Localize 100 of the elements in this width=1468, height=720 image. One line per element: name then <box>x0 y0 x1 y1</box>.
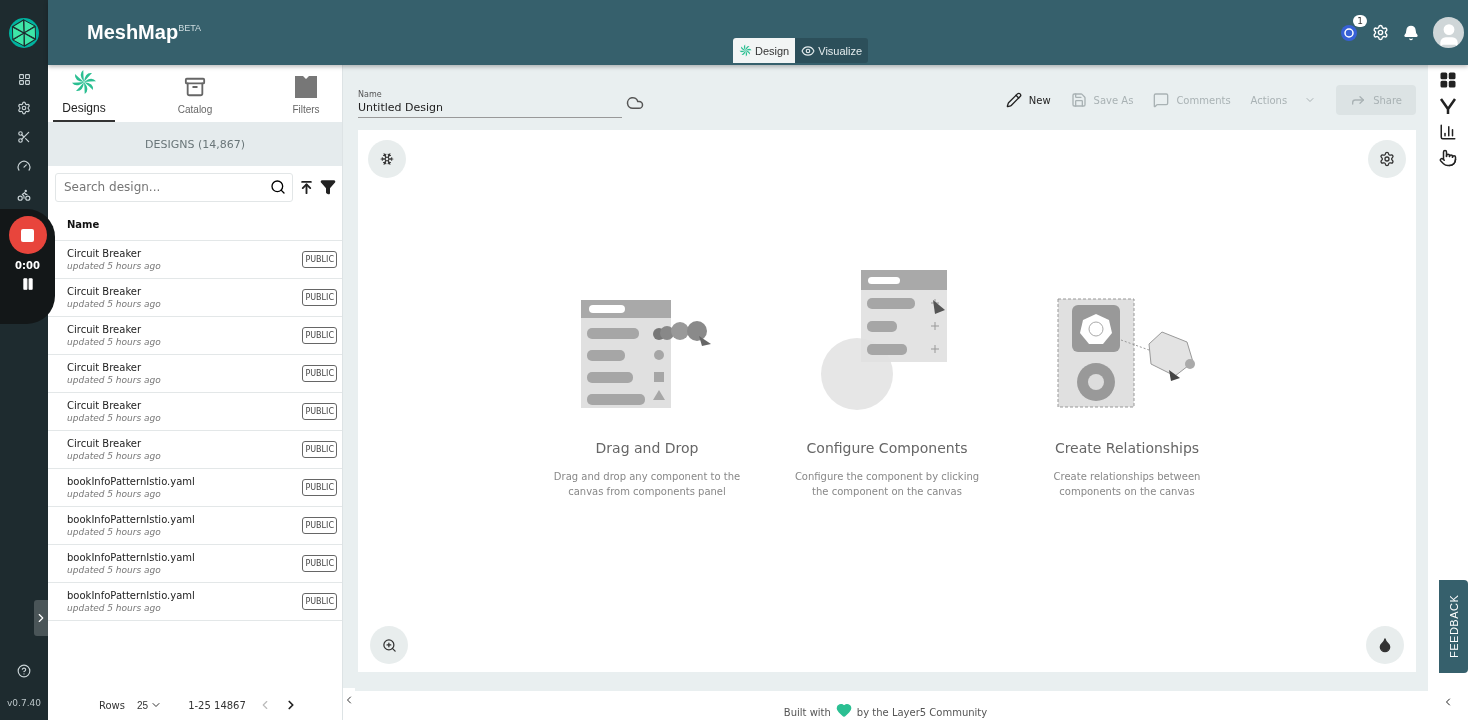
visibility-tag: PUBLIC <box>302 479 337 496</box>
gauge-icon <box>17 159 31 173</box>
footer-text: Built with <box>783 707 831 718</box>
swirl-icon <box>71 69 97 95</box>
panel-tab[interactable]: Catalog <box>164 65 226 122</box>
gear-icon <box>17 101 31 115</box>
pause-button[interactable] <box>20 277 35 291</box>
expand-button[interactable] <box>34 600 48 636</box>
updated-time: updated 5 hours ago <box>67 337 162 347</box>
zoom-button[interactable] <box>370 626 408 664</box>
bell-icon <box>1403 24 1419 41</box>
scissors-icon <box>17 130 31 144</box>
droplet-icon <box>1377 637 1393 653</box>
eye-icon <box>801 43 816 58</box>
design-name-field[interactable]: Untitled Design <box>358 99 622 114</box>
updated-time: updated 5 hours ago <box>67 527 162 537</box>
grid-button[interactable] <box>1439 71 1457 89</box>
filter-button[interactable] <box>320 179 336 195</box>
updated-time: updated 5 hours ago <box>67 489 162 499</box>
design-name: bookInfoPatternIstio.yaml <box>67 476 196 487</box>
updated-time: updated 5 hours ago <box>67 451 162 461</box>
comment-icon <box>1153 92 1170 108</box>
updated-time: updated 5 hours ago <box>67 261 162 271</box>
rows-label: Rows <box>99 699 125 711</box>
card-description: Drag and drop any component to the canvas from components panel <box>552 470 742 499</box>
version-label: v0.7.40 <box>7 698 41 708</box>
design-name: Circuit Breaker <box>67 324 143 335</box>
field-label: Name <box>358 90 383 99</box>
mode-tab[interactable]: Design <box>733 38 796 63</box>
layout-button[interactable] <box>368 140 406 178</box>
search-icon <box>270 179 286 195</box>
visibility-tag: PUBLIC <box>302 251 337 268</box>
updated-time: updated 5 hours ago <box>67 565 162 575</box>
card-description: Configure the component by clicking the component on the canvas <box>793 470 981 499</box>
upload-button[interactable] <box>299 179 314 195</box>
search-box[interactable]: Search design... <box>55 172 293 202</box>
filter-icon <box>320 179 336 195</box>
logo-icon <box>8 16 40 49</box>
snowflake-icon <box>380 152 394 166</box>
visibility-tag: PUBLIC <box>302 365 337 382</box>
updated-time: updated 5 hours ago <box>67 375 162 385</box>
fill-button[interactable] <box>1366 626 1404 664</box>
card-title: Configure Components <box>806 440 968 456</box>
visibility-tag: PUBLIC <box>302 403 337 420</box>
card-title: Create Relationships <box>1054 440 1200 456</box>
settings-button[interactable] <box>1368 140 1406 178</box>
app-title: MeshMap$^{BETA}$ <box>87 21 201 44</box>
stop-recording-button[interactable] <box>8 216 47 254</box>
visibility-tag: PUBLIC <box>302 327 337 344</box>
design-name: Circuit Breaker <box>67 438 143 449</box>
y-shape-icon <box>1439 97 1457 115</box>
visibility-tag: PUBLIC <box>302 289 337 306</box>
designs-heading: DESIGNS (14,867) <box>48 122 342 166</box>
pointer-button[interactable] <box>1439 149 1457 167</box>
design-name: bookInfoPatternIstio.yaml <box>67 590 196 601</box>
updated-time: updated 5 hours ago <box>67 603 162 613</box>
pencil-icon <box>1005 92 1022 108</box>
bike-icon <box>17 188 31 202</box>
notification-count: 1 <box>1353 14 1367 27</box>
card-description: Create relationships between components on the canvas <box>1052 470 1202 499</box>
page-range: 1-25 14867 <box>188 699 246 711</box>
gear-icon <box>1372 24 1389 41</box>
card-title: Drag and Drop <box>595 440 699 456</box>
visibility-tag: PUBLIC <box>302 593 337 610</box>
design-name: Circuit Breaker <box>67 248 143 259</box>
heart-icon <box>835 702 852 718</box>
avatar[interactable] <box>1433 17 1464 48</box>
design-name: bookInfoPatternIstio.yaml <box>67 514 196 525</box>
y-shape-button[interactable] <box>1439 97 1457 115</box>
gear-icon <box>1379 151 1395 167</box>
hand-pointer-icon <box>1439 149 1457 167</box>
toolbar-button[interactable]: New <box>1005 92 1051 108</box>
recording-time: 0:00 <box>15 260 40 271</box>
swirl-icon <box>739 44 752 57</box>
grid-icon <box>1439 71 1457 89</box>
updated-time: updated 5 hours ago <box>67 299 162 309</box>
help-icon <box>17 664 31 678</box>
updated-time: updated 5 hours ago <box>67 413 162 423</box>
design-name: Circuit Breaker <box>67 362 143 373</box>
rows-select[interactable]: 25 <box>137 699 163 711</box>
panel-tab[interactable]: Filters <box>275 65 337 122</box>
cloud-button[interactable] <box>626 94 644 112</box>
feedback-button[interactable]: FEEDBACK <box>1439 580 1468 673</box>
design-name: bookInfoPatternIstio.yaml <box>67 552 196 563</box>
visibility-tag: PUBLIC <box>302 517 337 534</box>
settings-button[interactable] <box>1372 24 1389 41</box>
pause-icon <box>20 277 35 291</box>
mode-tab[interactable]: Visualize <box>795 38 869 63</box>
visibility-tag: PUBLIC <box>302 441 337 458</box>
footer-text: by the Layer5 Community <box>856 707 988 718</box>
visibility-tag: PUBLIC <box>302 555 337 572</box>
design-name: Circuit Breaker <box>67 286 143 297</box>
design-name: Circuit Breaker <box>67 400 143 411</box>
bar-chart-icon <box>1439 123 1457 141</box>
drawer-icon <box>184 76 206 98</box>
upload-icon <box>299 179 314 195</box>
notifications-button[interactable] <box>1403 24 1419 41</box>
chart-button[interactable] <box>1439 123 1457 141</box>
zoom-in-icon <box>381 637 397 653</box>
grid-icon <box>17 72 31 86</box>
